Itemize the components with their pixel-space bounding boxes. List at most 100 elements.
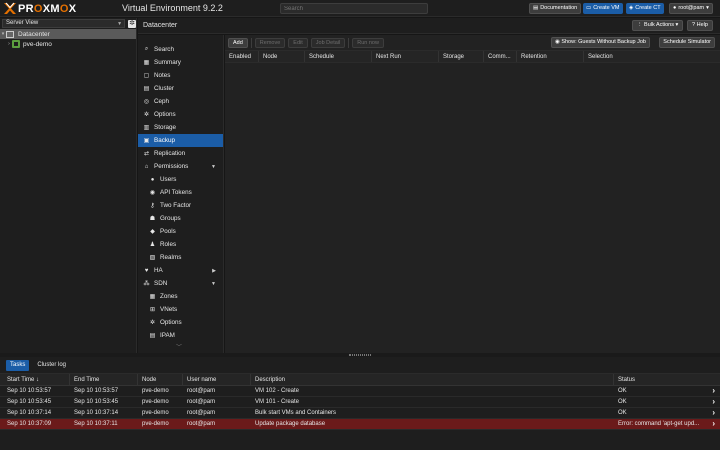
nav-vnets[interactable]: ⊞ VNets <box>138 303 223 316</box>
task-start: Sep 10 10:37:14 <box>7 410 52 416</box>
content-header: Datacenter ⋮ Bulk Actions ▾ ? Help <box>138 18 720 34</box>
documentation-button[interactable]: ▤ Documentation <box>529 3 582 14</box>
nav-ceph[interactable]: ◎ Ceph <box>138 95 223 108</box>
nav-users[interactable]: ● Users <box>138 173 223 186</box>
tree-item-node[interactable]: › pve-demo <box>0 39 136 49</box>
nav-search[interactable]: ⌕ Search <box>138 43 223 56</box>
search-input[interactable] <box>280 3 428 14</box>
col-start-time[interactable]: Start Time ↓ <box>3 374 70 386</box>
nav-summary[interactable]: ▦ Summary <box>138 56 223 69</box>
server-icon <box>6 30 14 38</box>
task-log-panel: Tasks Cluster log Start Time ↓ End Time … <box>0 357 720 450</box>
task-user: root@pam <box>187 388 216 394</box>
task-start: Sep 10 10:53:45 <box>7 399 52 405</box>
task-row[interactable]: Sep 10 10:53:57 Sep 10 10:53:57 pve-demo… <box>0 386 720 397</box>
nav-replication[interactable]: ⇄ Replication <box>138 147 223 160</box>
add-button[interactable]: Add <box>228 37 248 48</box>
col-user-name[interactable]: User name <box>183 374 251 386</box>
tab-tasks[interactable]: Tasks <box>6 359 30 371</box>
nav-permissions[interactable]: ⌂ Permissions ▼ <box>138 160 223 173</box>
help-button[interactable]: ? Help <box>687 20 713 31</box>
col-description[interactable]: Description <box>251 374 614 386</box>
task-description: Update package database <box>255 421 326 427</box>
chevron-down-icon: ▾ <box>706 5 709 11</box>
tree-header: Server View ▼ ✲ <box>0 18 136 29</box>
col-storage[interactable]: Storage <box>439 51 484 62</box>
nav-zones[interactable]: ▦ Zones <box>138 290 223 303</box>
nav-options[interactable]: ✲ Options <box>138 108 223 121</box>
log-table-header: Start Time ↓ End Time Node User name Des… <box>0 373 720 386</box>
user-menu-button[interactable]: ● root@pam ▾ <box>669 3 713 14</box>
task-start: Sep 10 10:37:09 <box>7 421 52 427</box>
col-enabled[interactable]: Enabled <box>225 51 259 62</box>
create-ct-button[interactable]: ◈ Create CT <box>626 3 664 14</box>
toolbar-separator <box>250 37 252 48</box>
list-icon: ⋮ <box>637 22 645 28</box>
network-icon: ⊞ <box>149 307 156 313</box>
backup-toolbar: Add Remove Edit Job Detail Run now ◉ Sho… <box>225 35 720 50</box>
task-user: root@pam <box>187 410 216 416</box>
key-icon: ⚷ <box>150 203 155 209</box>
tree-item-datacenter[interactable]: ▾ Datacenter <box>0 29 136 39</box>
task-row-error[interactable]: Sep 10 10:37:09 Sep 10 10:37:11 pve-demo… <box>0 419 720 430</box>
unlock-icon: ⌂ <box>144 163 149 170</box>
nav-sdn[interactable]: ⁂ SDN ▼ <box>138 277 223 290</box>
nav-pools[interactable]: ◆ Pools <box>138 225 223 238</box>
col-status[interactable]: Status <box>614 374 716 386</box>
task-user: root@pam <box>187 421 216 427</box>
nav-sdn-options[interactable]: ✲ Options <box>138 316 223 329</box>
nav-notes[interactable]: ▢ Notes <box>138 69 223 82</box>
nav-ha[interactable]: ♥ HA ▶ <box>138 264 223 277</box>
nav-ipam[interactable]: ▤ IPAM <box>138 329 223 342</box>
col-end-time[interactable]: End Time <box>70 374 138 386</box>
floppy-icon: ▣ <box>143 138 150 144</box>
tab-cluster-log[interactable]: Cluster log <box>33 360 70 371</box>
nav-api-tokens[interactable]: ◉ API Tokens <box>138 186 223 199</box>
chevron-right-icon[interactable]: › <box>712 419 715 429</box>
col-node[interactable]: Node <box>138 374 183 386</box>
col-node[interactable]: Node <box>259 51 305 62</box>
view-selector[interactable]: Server View ▼ <box>2 19 126 28</box>
col-schedule[interactable]: Schedule <box>305 51 372 62</box>
gear-icon[interactable]: ✲ <box>128 19 136 28</box>
col-selection[interactable]: Selection <box>584 51 720 62</box>
task-start: Sep 10 10:53:57 <box>7 388 52 394</box>
col-comment[interactable]: Comm... <box>484 51 517 62</box>
splitter-grip[interactable] <box>349 354 371 356</box>
nav-roles[interactable]: ♟ Roles <box>138 238 223 251</box>
version-label: Virtual Environment 9.2.2 <box>122 3 223 13</box>
chevron-right-icon[interactable]: › <box>712 408 715 418</box>
job-detail-button[interactable]: Job Detail <box>310 37 346 48</box>
edit-button[interactable]: Edit <box>288 37 308 48</box>
col-retention[interactable]: Retention <box>517 51 584 62</box>
chevron-down-icon: ▼ <box>211 280 216 287</box>
task-row[interactable]: Sep 10 10:53:45 Sep 10 10:53:45 pve-demo… <box>0 397 720 408</box>
nav-two-factor[interactable]: ⚷ Two Factor <box>138 199 223 212</box>
chevron-right-icon[interactable]: › <box>712 397 715 407</box>
retweet-icon: ⇄ <box>143 151 150 157</box>
male-icon: ♟ <box>149 242 156 248</box>
address-book-icon: ▧ <box>149 255 156 261</box>
create-vm-button[interactable]: ▭ Create VM <box>583 3 623 14</box>
nav-realms[interactable]: ▧ Realms <box>138 251 223 264</box>
task-description: Bulk start VMs and Containers <box>255 410 337 416</box>
task-row[interactable]: Sep 10 10:37:14 Sep 10 10:37:14 pve-demo… <box>0 408 720 419</box>
cluster-icon: ▤ <box>143 86 150 92</box>
toolbar-separator <box>348 37 350 48</box>
nav-backup[interactable]: ▣ Backup <box>138 134 223 147</box>
remove-button[interactable]: Remove <box>254 37 286 48</box>
tags-icon: ◆ <box>150 229 155 235</box>
proxmox-logo[interactable]: PROXMOX <box>3 2 76 15</box>
schedule-simulator-button[interactable]: Schedule Simulator <box>659 37 715 48</box>
scroll-down-icon[interactable]: ﹀ <box>176 342 182 351</box>
nav-groups[interactable]: ☗ Groups <box>138 212 223 225</box>
chevron-right-icon[interactable]: › <box>712 386 715 396</box>
nav-storage[interactable]: ▥ Storage <box>138 121 223 134</box>
col-next-run[interactable]: Next Run <box>372 51 439 62</box>
nav-cluster[interactable]: ▤ Cluster <box>138 82 223 95</box>
bulk-actions-button[interactable]: ⋮ Bulk Actions ▾ <box>632 20 684 31</box>
task-node: pve-demo <box>142 388 169 394</box>
show-guests-button[interactable]: ◉ Show: Guests Without Backup Job <box>550 37 650 48</box>
heartbeat-icon: ♥ <box>144 267 149 274</box>
run-now-button[interactable]: Run now <box>352 37 384 48</box>
